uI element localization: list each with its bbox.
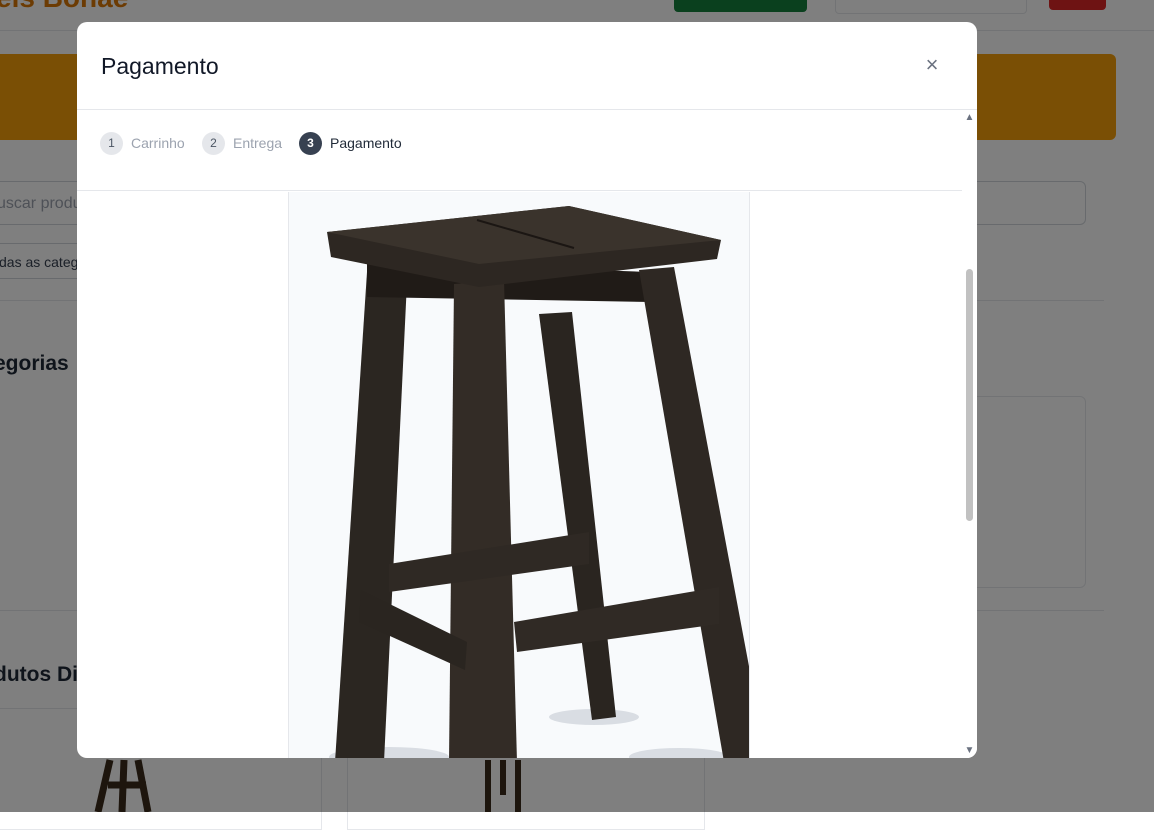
scroll-up-arrow-icon[interactable]: ▲ [962, 111, 977, 125]
product-image [288, 192, 750, 758]
close-button[interactable]: × [917, 52, 947, 78]
step-number: 2 [202, 131, 225, 155]
step-label: Entrega [233, 135, 283, 151]
scrollbar-thumb[interactable] [966, 269, 973, 521]
wooden-stool-image [327, 206, 749, 758]
step-label: Carrinho [131, 135, 185, 151]
checkout-stepper: 1 Carrinho 2 Entrega 3 Pagamento [77, 111, 962, 191]
step-cart[interactable]: 1 Carrinho [100, 131, 185, 155]
step-delivery[interactable]: 2 Entrega [202, 131, 282, 155]
step-label: Pagamento [330, 135, 402, 151]
step-payment[interactable]: 3 Pagamento [299, 131, 402, 155]
modal-header: Pagamento × [77, 22, 977, 110]
scrollbar[interactable]: ▲ ▼ [962, 111, 977, 758]
modal-title: Pagamento [101, 53, 219, 79]
scroll-down-arrow-icon[interactable]: ▼ [962, 744, 977, 758]
step-number: 1 [100, 131, 123, 155]
payment-modal: Pagamento × 1 Carrinho 2 Entrega 3 Pagam… [77, 22, 977, 758]
step-number: 3 [299, 131, 322, 155]
modal-body[interactable]: 1 Carrinho 2 Entrega 3 Pagamento [77, 111, 962, 758]
